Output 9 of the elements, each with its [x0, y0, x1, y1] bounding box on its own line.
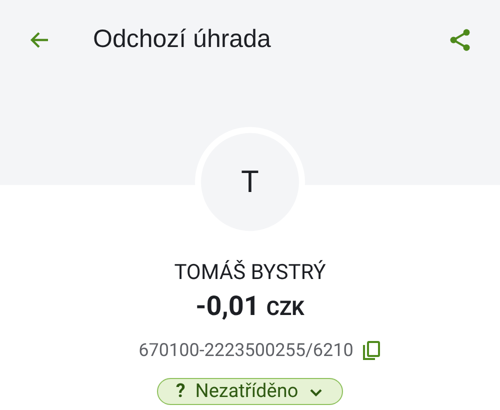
- payee-name: TOMÁŠ BYSTRÝ: [174, 260, 326, 286]
- screen-title: Odchozí úhrada: [93, 24, 271, 56]
- question-mark: ?: [176, 378, 186, 404]
- category-chip[interactable]: ? Nezatříděno: [156, 378, 344, 405]
- copy-icon[interactable]: [363, 340, 382, 360]
- amount: -0,01: [196, 289, 260, 323]
- currency: CZK: [266, 295, 304, 322]
- account-number: 670100-2223500255/6210: [138, 339, 354, 363]
- category-label: Nezatříděno: [195, 378, 298, 404]
